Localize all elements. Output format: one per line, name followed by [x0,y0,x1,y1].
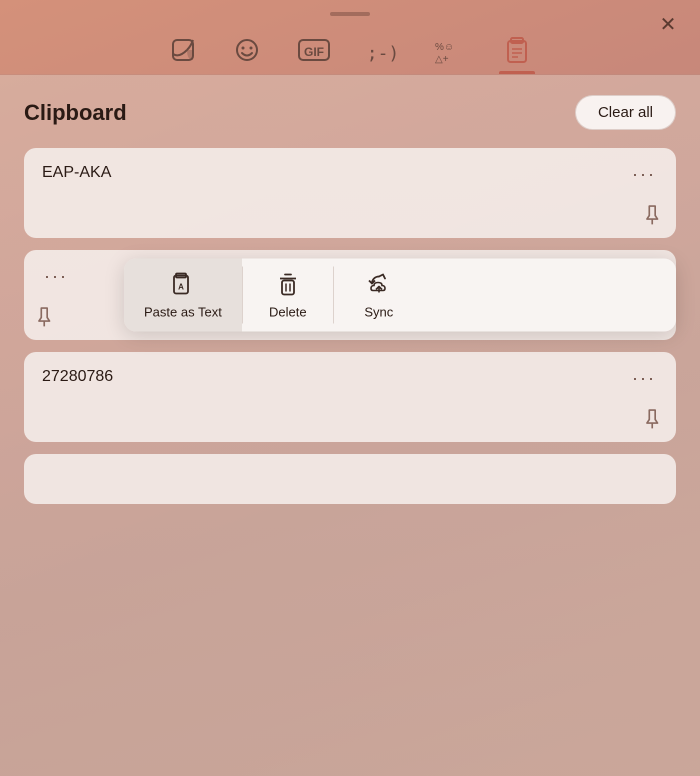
pin-icon-3 [638,404,666,432]
clipboard-item-3: 27280786 ··· [24,352,676,442]
sync-label: Sync [364,305,393,320]
delete-label: Delete [269,305,307,320]
svg-text:GIF: GIF [304,45,324,59]
tab-symbols[interactable]: %☺ △+ [417,28,485,74]
section-title: Clipboard [24,100,127,126]
clear-all-button[interactable]: Clear all [575,95,676,130]
symbols-icon: %☺ △+ [435,36,467,64]
drag-handle [330,12,370,16]
content-area: Clipboard Clear all EAP-AKA ··· ··· [0,75,700,776]
sticker-icon [169,36,197,64]
delete-icon [274,271,302,299]
svg-text:△+: △+ [435,54,449,64]
paste-as-text-button[interactable]: A Paste as Text [124,259,242,332]
tab-kaomoji[interactable]: ;-) [349,35,418,74]
svg-text:%☺: %☺ [435,42,454,53]
svg-text:A: A [178,283,184,292]
item-3-pin-button[interactable] [638,404,670,436]
tab-gif[interactable]: GIF [279,28,349,74]
item-3-more-button[interactable]: ··· [624,364,664,393]
emoji-icon [233,36,261,64]
kaomoji-label: ;-) [367,43,400,64]
item-1-text: EAP-AKA [42,164,111,181]
sync-icon [365,271,393,299]
tab-bar: GIF ;-) %☺ △+ [0,24,700,75]
tab-emoji[interactable] [215,28,279,74]
item-1-pin-button[interactable] [638,200,670,232]
clipboard-item-1: EAP-AKA ··· [24,148,676,238]
tab-sticker[interactable] [151,28,215,74]
close-button[interactable]: ✕ [652,8,684,40]
delete-button[interactable]: Delete [243,259,333,332]
clipboard-tab-icon [503,36,531,64]
pin-icon-2 [30,302,58,330]
item-1-more-button[interactable]: ··· [624,160,664,189]
sync-button[interactable]: Sync [334,259,424,332]
context-menu: A Paste as Text Delete [124,259,676,332]
clipboard-item-2-wrapper: ··· A Paste as Text [24,250,676,340]
item-2-more-button[interactable]: ··· [36,262,76,291]
drag-handle-area: ✕ [0,0,700,24]
paste-as-text-icon: A [169,271,197,299]
tab-clipboard[interactable] [485,28,549,74]
paste-as-text-label: Paste as Text [144,305,222,320]
pin-icon [638,200,666,228]
panel: ✕ GIF [0,0,700,776]
clipboard-item-4 [24,454,676,504]
gif-icon: GIF [297,36,331,64]
section-header: Clipboard Clear all [24,95,676,130]
item-3-text: 27280786 [42,368,113,385]
item-2-pin-button[interactable] [30,302,62,334]
